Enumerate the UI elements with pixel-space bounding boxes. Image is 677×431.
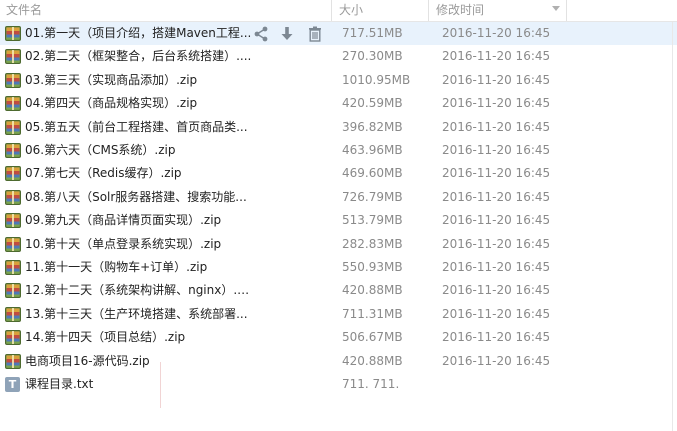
download-icon[interactable] bbox=[278, 25, 296, 43]
file-modified: 2016-11-20 16:45 bbox=[442, 213, 551, 228]
file-name[interactable]: 07.第七天（Redis缓存）.zip bbox=[25, 162, 253, 185]
file-name[interactable]: 05.第五天（前台工程搭建、首页商品类... bbox=[25, 116, 253, 139]
file-size: 1010.95MB bbox=[342, 72, 411, 87]
file-size: 463.96MB bbox=[342, 143, 403, 157]
file-row[interactable]: 09.第九天（商品详情页面实现）.zip 513.79MB 2016-11-20 1… bbox=[0, 209, 677, 232]
file-row[interactable]: 07.第七天（Redis缓存）.zip 469.60MB 2016-11-20 16… bbox=[0, 162, 677, 185]
file-size: 469.60MB bbox=[342, 166, 403, 181]
archive-icon bbox=[5, 26, 21, 41]
file-size: 513.79MB bbox=[342, 213, 403, 228]
file-row[interactable]: 01.第一天（项目介绍，搭建Maven工程... 717.51MB 2016-11-… bbox=[0, 22, 677, 45]
file-name[interactable]: 01.第一天（项目介绍，搭建Maven工程... bbox=[25, 22, 253, 45]
archive-icon bbox=[5, 213, 21, 229]
file-size: 420.59MB bbox=[342, 96, 403, 111]
file-modified: 2016-11-20 16:45 bbox=[442, 72, 551, 87]
archive-icon bbox=[5, 96, 21, 112]
file-name[interactable]: 02.第二天（框架整合，后台系统搭建）.... bbox=[25, 45, 253, 68]
file-modified: 2016-11-20 16:45 bbox=[442, 49, 551, 64]
archive-icon bbox=[5, 306, 21, 322]
file-row[interactable]: 12.第十二天（系统架构讲解、nginx）.zip 420.88MB 2016-11… bbox=[0, 279, 677, 302]
file-row[interactable]: T 课程目录.txt 711. 711. bbox=[0, 373, 677, 396]
file-size: 550.93MB bbox=[342, 260, 403, 274]
file-row[interactable]: 08.第八天（Solr服务器搭建、搜索功能... 726.79MB 2016-11-… bbox=[0, 186, 677, 209]
file-size: 726.79MB bbox=[342, 189, 403, 204]
column-header-size[interactable]: 大小 bbox=[333, 0, 429, 21]
archive-icon bbox=[5, 119, 21, 135]
file-modified: 2016-11-20 16:45 bbox=[442, 353, 551, 368]
archive-icon bbox=[5, 236, 21, 252]
share-icon[interactable] bbox=[252, 25, 270, 43]
file-row[interactable]: 06.第六天（CMS系统）.zip 463.96MB 2016-11-20 16:4… bbox=[0, 139, 677, 162]
archive-icon bbox=[5, 330, 21, 346]
file-name[interactable]: 13.第十三天（生产环境搭建、系统部署... bbox=[25, 303, 253, 326]
delete-icon[interactable] bbox=[306, 25, 324, 43]
file-size: 506.67MB bbox=[342, 330, 403, 345]
file-row[interactable]: 10.第十天（单点登录系统实现）.zip 282.83MB 2016-11-20 1… bbox=[0, 233, 677, 256]
file-modified: 2016-11-20 16:45 bbox=[442, 236, 551, 251]
file-size: 396.82MB bbox=[342, 119, 403, 134]
file-row[interactable]: 13.第十三天（生产环境搭建、系统部署... 711.31MB 2016-11-20… bbox=[0, 303, 677, 326]
column-header-bar: 文件名 大小 修改时间 bbox=[0, 0, 677, 22]
column-divider-mark bbox=[160, 362, 161, 408]
archive-icon bbox=[5, 353, 21, 369]
file-modified: 2016-11-20 16:45 bbox=[442, 26, 551, 40]
file-modified: 2016-11-20 16:45 bbox=[442, 330, 551, 345]
file-name[interactable]: 12.第十二天（系统架构讲解、nginx）.zip bbox=[25, 279, 253, 302]
column-header-modified[interactable]: 修改时间 bbox=[430, 0, 567, 21]
column-header-modified-label: 修改时间 bbox=[436, 3, 485, 17]
file-size: 717.51MB bbox=[342, 26, 403, 40]
file-row[interactable]: 02.第二天（框架整合，后台系统搭建）.... 270.30MB 2016-11-2… bbox=[0, 45, 677, 68]
file-row[interactable]: 14.第十四天（项目总结）.zip 506.67MB 2016-11-20 16:4… bbox=[0, 326, 677, 349]
archive-icon bbox=[5, 189, 21, 205]
file-modified: 2016-11-20 16:45 bbox=[442, 96, 551, 111]
column-header-filename[interactable]: 文件名 bbox=[0, 0, 332, 21]
file-row[interactable]: 05.第五天（前台工程搭建、首页商品类... 396.82MB 2016-11-20… bbox=[0, 116, 677, 139]
file-modified: 2016-11-20 16:45 bbox=[442, 143, 551, 157]
file-size: 282.83MB bbox=[342, 236, 403, 251]
file-name[interactable]: 04.第四天（商品规格实现）.zip bbox=[25, 92, 253, 115]
file-row[interactable]: 03.第三天（实现商品添加）.zip 1010.95MB 2016-11-20 16… bbox=[0, 69, 677, 92]
archive-icon bbox=[5, 72, 21, 88]
file-name[interactable]: 14.第十四天（项目总结）.zip bbox=[25, 326, 253, 349]
file-size: 711. 711. bbox=[342, 377, 400, 391]
archive-icon bbox=[5, 143, 21, 158]
file-row[interactable]: 04.第四天（商品规格实现）.zip 420.59MB 2016-11-20 16:… bbox=[0, 92, 677, 115]
file-modified: 2016-11-20 16:45 bbox=[442, 306, 551, 321]
file-name[interactable]: 08.第八天（Solr服务器搭建、搜索功能... bbox=[25, 186, 253, 209]
archive-icon bbox=[5, 283, 21, 299]
file-size: 420.88MB bbox=[342, 353, 403, 368]
file-name[interactable]: 课程目录.txt bbox=[25, 373, 253, 396]
archive-icon bbox=[5, 49, 21, 65]
file-modified: 2016-11-20 16:45 bbox=[442, 119, 551, 134]
sort-chevron-down-icon[interactable] bbox=[552, 6, 560, 11]
file-name[interactable]: 03.第三天（实现商品添加）.zip bbox=[25, 69, 253, 92]
file-name[interactable]: 10.第十天（单点登录系统实现）.zip bbox=[25, 233, 253, 256]
scroll-edge bbox=[672, 22, 673, 431]
file-row[interactable]: 电商项目16-源代码.zip 420.88MB 2016-11-20 16:45 bbox=[0, 350, 677, 373]
file-size: 711.31MB bbox=[342, 306, 403, 321]
file-name[interactable]: 11.第十一天（购物车+订单）.zip bbox=[25, 256, 253, 279]
file-modified: 2016-11-20 16:45 bbox=[442, 283, 551, 298]
file-size: 270.30MB bbox=[342, 49, 403, 64]
file-row[interactable]: 11.第十一天（购物车+订单）.zip 550.93MB 2016-11-20 16… bbox=[0, 256, 677, 279]
text-file-icon: T bbox=[5, 377, 20, 392]
file-modified: 2016-11-20 16:45 bbox=[442, 260, 551, 274]
archive-icon bbox=[5, 260, 21, 275]
file-name[interactable]: 电商项目16-源代码.zip bbox=[25, 350, 253, 373]
archive-icon bbox=[5, 166, 21, 182]
file-size: 420.88MB bbox=[342, 283, 403, 298]
file-modified: 2016-11-20 16:45 bbox=[442, 166, 551, 181]
file-modified: 2016-11-20 16:45 bbox=[442, 189, 551, 204]
file-name[interactable]: 06.第六天（CMS系统）.zip bbox=[25, 139, 253, 162]
file-name[interactable]: 09.第九天（商品详情页面实现）.zip bbox=[25, 209, 253, 232]
